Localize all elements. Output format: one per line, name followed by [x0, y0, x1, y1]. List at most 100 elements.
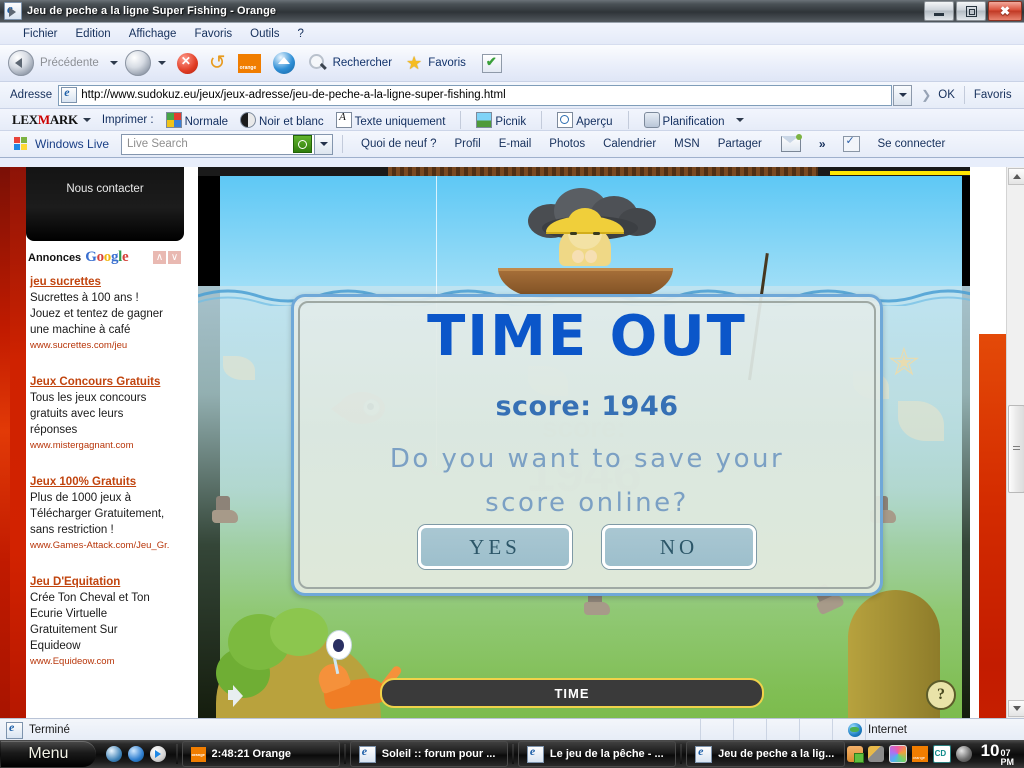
forward-history-chevron-down-icon[interactable]: [157, 61, 166, 65]
flower-icon[interactable]: [888, 745, 907, 763]
restore-button[interactable]: [956, 1, 986, 21]
ad-url[interactable]: www.Equideow.com: [30, 655, 185, 669]
checklist-icon[interactable]: [842, 134, 860, 152]
title-bar: Jeu de peche a la ligne Super Fishing - …: [0, 0, 1024, 23]
fishing-boat: [498, 208, 769, 381]
quick-launch: [96, 746, 174, 762]
ad-line: Plus de 1000 jeux à: [30, 492, 132, 504]
back-history-chevron-down-icon[interactable]: [109, 61, 118, 65]
lexmark-logo-right: ARK: [49, 111, 78, 127]
scroll-up-arrow-icon[interactable]: [1008, 168, 1024, 185]
sign-in-link[interactable]: Se connecter: [878, 138, 946, 150]
go-arrow-icon[interactable]: ❯: [921, 88, 931, 102]
menu-item-favoris[interactable]: Favoris: [185, 26, 241, 42]
time-out-dialog: TIME OUT score: 1946 Do you want to save…: [291, 294, 883, 596]
menu-item-edition[interactable]: Edition: [67, 26, 120, 42]
orange-tray-icon[interactable]: [911, 746, 928, 762]
print-text-only-button[interactable]: Texte uniquement: [335, 111, 445, 128]
back-button[interactable]: [8, 50, 34, 76]
start-button[interactable]: Menu: [1, 741, 96, 767]
ads-scroll-down-icon[interactable]: ∨: [168, 251, 181, 264]
address-input[interactable]: http://www.sudokuz.eu/jeux/jeux-adresse/…: [58, 84, 893, 106]
orange-toolbar-icon[interactable]: [237, 53, 261, 73]
scrollbar-thumb[interactable]: [1008, 405, 1024, 493]
search-icon[interactable]: [308, 53, 328, 73]
menu-item-outils[interactable]: Outils: [241, 26, 288, 42]
print-normale-button[interactable]: Normale: [165, 111, 228, 128]
cd-icon[interactable]: [932, 745, 951, 763]
refresh-icon[interactable]: ↺: [209, 53, 226, 73]
wl-link-photos[interactable]: Photos: [549, 138, 585, 150]
print-label: Imprimer :: [101, 113, 154, 126]
taskbar-clock[interactable]: 10 07 PM: [981, 741, 1018, 767]
home-button[interactable]: [272, 52, 295, 74]
forward-button[interactable]: [124, 50, 151, 76]
print-bw-label: Noir et blanc: [259, 115, 324, 128]
right-red-stripe: [979, 334, 1007, 718]
no-button[interactable]: NO: [602, 525, 756, 569]
stop-button[interactable]: [176, 52, 198, 74]
volume-icon[interactable]: [955, 746, 972, 762]
messenger-icon[interactable]: [846, 746, 864, 763]
planning-chevron-down-icon[interactable]: [735, 117, 744, 122]
star-icon[interactable]: ★: [406, 54, 422, 72]
taskbar-item-soleil[interactable]: Soleil :: forum pour ...: [349, 741, 509, 767]
menu-item-help[interactable]: ?: [289, 26, 313, 42]
ad-url[interactable]: www.mistergagnant.com: [30, 439, 185, 453]
favoris-link[interactable]: Favoris: [974, 89, 1012, 101]
quick-launch-icon-2[interactable]: [127, 746, 144, 762]
address-dropdown-chevron-down-icon[interactable]: [893, 84, 913, 106]
live-search-chevron-down-icon[interactable]: [315, 133, 334, 155]
wl-link-partager[interactable]: Partager: [718, 138, 762, 150]
wl-link-email[interactable]: E-mail: [499, 138, 532, 150]
picnik-button[interactable]: Picnik: [476, 111, 526, 128]
menu-item-fichier[interactable]: Fichier: [14, 26, 67, 42]
taskbar-item-active[interactable]: Jeu de peche a la lig...: [686, 741, 845, 767]
magnifier-icon: [557, 111, 574, 128]
wl-link-quoi-de-neuf[interactable]: Quoi de neuf ?: [361, 138, 436, 150]
scroll-down-arrow-icon[interactable]: [1008, 700, 1024, 717]
page-scrollbar[interactable]: [1006, 167, 1024, 718]
system-tray: 10 07 PM: [846, 741, 1024, 767]
taskbar-item-jeu-peche[interactable]: Le jeu de la pêche - ...: [517, 741, 677, 767]
lexmark-logo-left: LEX: [12, 111, 38, 127]
contact-button[interactable]: Nous contacter: [26, 167, 184, 241]
overflow-chevrons-icon[interactable]: »: [819, 137, 826, 151]
lexmark-logo[interactable]: LEXMARK: [12, 112, 78, 128]
live-search-input[interactable]: Live Search: [121, 133, 316, 155]
flash-game-stage[interactable]: ✭ TIME ? TIME OUT score: 1946 Do you wan…: [198, 176, 970, 718]
planning-button[interactable]: Planification: [643, 111, 725, 128]
address-url-text: http://www.sudokuz.eu/jeux/jeux-adresse/…: [81, 89, 506, 101]
ok-button[interactable]: OK: [938, 89, 955, 101]
speaker-icon[interactable]: [226, 684, 252, 708]
preview-button[interactable]: Aperçu: [557, 111, 613, 128]
lexmark-chevron-down-icon[interactable]: [82, 117, 91, 122]
menu-item-affichage[interactable]: Affichage: [120, 26, 186, 42]
ad-title[interactable]: Jeux Concours Gratuits: [30, 375, 185, 390]
live-search-go-icon[interactable]: [293, 135, 313, 153]
ad-url[interactable]: www.sucrettes.com/jeu: [30, 339, 185, 353]
ad-line: Télécharger Gratuitement,: [30, 508, 165, 520]
close-button[interactable]: ✖: [988, 1, 1022, 21]
question-mark-icon[interactable]: ?: [926, 680, 956, 710]
plug-icon[interactable]: [867, 746, 884, 762]
mail-icon[interactable]: [780, 134, 802, 152]
ads-scroll-up-icon[interactable]: ∧: [153, 251, 166, 264]
print-bw-button[interactable]: Noir et blanc: [240, 111, 324, 128]
quick-launch-media-icon[interactable]: [149, 746, 166, 762]
ad-url[interactable]: www.Games-Attack.com/Jeu_Gr.: [30, 539, 185, 553]
taskbar-item-orange[interactable]: 2:48:21 Orange: [181, 741, 340, 767]
minimize-button[interactable]: [924, 1, 954, 21]
ad-title[interactable]: jeu sucrettes: [30, 275, 185, 290]
favorites-label[interactable]: Favoris: [428, 57, 466, 69]
wl-link-msn[interactable]: MSN: [674, 138, 700, 150]
quick-launch-icon-1[interactable]: [105, 746, 122, 762]
wl-link-calendrier[interactable]: Calendrier: [603, 138, 656, 150]
checklist-icon[interactable]: [481, 53, 502, 73]
start-button-label: Menu: [28, 745, 69, 762]
search-label[interactable]: Rechercher: [333, 57, 392, 69]
ad-title[interactable]: Jeu D'Equitation: [30, 575, 185, 590]
yes-button[interactable]: YES: [418, 525, 572, 569]
wl-link-profil[interactable]: Profil: [454, 138, 480, 150]
ad-title[interactable]: Jeux 100% Gratuits: [30, 475, 185, 490]
